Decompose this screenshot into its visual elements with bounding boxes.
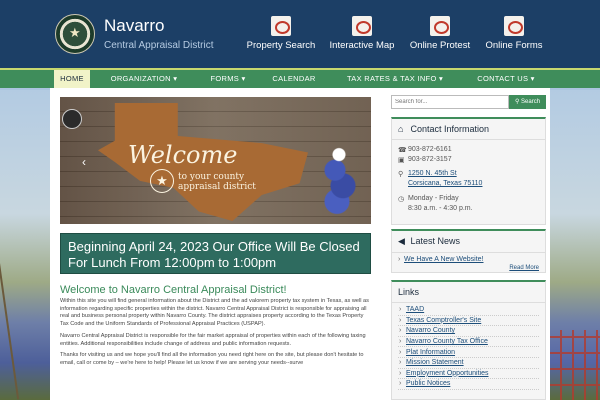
read-more-link[interactable]: Read More — [392, 263, 545, 274]
clock-icon: ◷ — [398, 196, 405, 203]
online-forms-link[interactable]: Online Forms — [477, 16, 551, 51]
contact-title: ⌂ Contact Information — [392, 119, 545, 140]
link-county-tax-office[interactable]: Navarro County Tax Office — [398, 337, 539, 348]
contact-title-text: Contact Information — [410, 124, 490, 134]
link-employment[interactable]: Employment Opportunities — [398, 369, 539, 380]
magnifier-icon — [271, 16, 291, 36]
online-protest-link[interactable]: Online Protest — [403, 16, 477, 51]
nav-calendar[interactable]: CALENDAR — [268, 70, 320, 88]
intro-paragraph: Navarro Central Appraisal District is re… — [60, 332, 366, 347]
quick-link-label: Online Forms — [485, 40, 543, 51]
contact-fax: 903-872-3157 — [408, 156, 452, 163]
contact-hours-times: 8:30 a.m. - 4:30 p.m. — [408, 205, 473, 212]
content-panel: ‹ Welcome ★ to your county appraisal dis… — [50, 88, 550, 400]
interactive-map-link[interactable]: Interactive Map — [325, 16, 399, 51]
slider-logo-icon — [62, 109, 82, 129]
link-taad[interactable]: TAAD — [398, 305, 539, 316]
star-emblem-icon: ★ — [150, 169, 174, 193]
nav-organization[interactable]: ORGANIZATION ▾ — [108, 70, 180, 88]
contact-phone: 903-872-6161 — [408, 146, 452, 153]
property-search-link[interactable]: Property Search — [244, 16, 318, 51]
main-nav: HOME ORGANIZATION ▾ FORMS ▾ CALENDAR TAX… — [0, 68, 600, 88]
forms-icon — [504, 16, 524, 36]
site-subtitle: Central Appraisal District — [104, 40, 214, 51]
contact-hours-days: Monday - Friday — [408, 195, 459, 202]
slider-welcome-sub: to your county appraisal district — [178, 172, 256, 192]
megaphone-icon: ◀ — [398, 236, 405, 246]
image-slider[interactable]: ‹ Welcome ★ to your county appraisal dis… — [60, 97, 371, 224]
slider-prev-arrow-icon[interactable]: ‹ — [82, 155, 86, 169]
contact-info-box: ⌂ Contact Information ☎ 903-872-6161 ▣ 9… — [391, 117, 546, 225]
background-right — [550, 90, 600, 400]
search-input[interactable] — [391, 95, 509, 109]
map-icon — [352, 16, 372, 36]
welcome-heading: Welcome to Navarro Central Appraisal Dis… — [60, 284, 287, 296]
search-icon: ⚲ — [514, 99, 520, 105]
slider-dots[interactable] — [206, 215, 226, 224]
link-texas-comptroller[interactable]: Texas Comptroller's Site — [398, 316, 539, 327]
contact-address-line2[interactable]: Corsicana, Texas 75110 — [408, 180, 482, 187]
link-public-notices[interactable]: Public Notices — [398, 379, 539, 390]
search-button-label: Search — [521, 99, 541, 105]
star-icon: ★ — [69, 25, 81, 40]
tree-decoration — [0, 240, 20, 400]
links-box: Links TAAD Texas Comptroller's Site Nava… — [391, 280, 546, 400]
link-navarro-county[interactable]: Navarro County — [398, 326, 539, 337]
links-list: TAAD Texas Comptroller's Site Navarro Co… — [392, 303, 545, 390]
bluebonnet-image — [319, 139, 359, 217]
intro-text: Within this site you will find general i… — [60, 298, 371, 372]
contact-address-line1[interactable]: 1250 N. 45th St — [408, 170, 457, 177]
news-title: ◀ Latest News — [392, 231, 545, 253]
background-left — [0, 90, 50, 400]
location-icon: ⚲ — [398, 171, 404, 178]
phone-icon: ☎ — [398, 147, 407, 154]
link-mission-statement[interactable]: Mission Statement — [398, 358, 539, 369]
links-title: Links — [392, 282, 545, 303]
protest-icon — [430, 16, 450, 36]
nav-tax-rates[interactable]: TAX RATES & TAX INFO ▾ — [345, 70, 445, 88]
intro-paragraph: Within this site you will find general i… — [60, 298, 369, 328]
announcement-banner: Beginning April 24, 2023 Our Office Will… — [60, 233, 371, 274]
quick-link-label: Interactive Map — [329, 40, 395, 51]
building-icon: ⌂ — [398, 124, 404, 134]
intro-paragraph: Thanks for visiting us and we hope you'l… — [60, 352, 364, 366]
nav-contact-us[interactable]: CONTACT US ▾ — [472, 70, 540, 88]
site-header: ★ Navarro Central Appraisal District Pro… — [0, 0, 600, 68]
fence-decoration — [550, 330, 600, 400]
search-button[interactable]: ⚲ Search — [509, 95, 546, 109]
quick-link-label: Property Search — [246, 40, 316, 51]
county-seal-logo[interactable]: ★ — [55, 14, 95, 54]
quick-link-label: Online Protest — [409, 40, 471, 51]
fax-icon: ▣ — [398, 157, 405, 164]
nav-home[interactable]: HOME — [54, 70, 90, 88]
news-title-text: Latest News — [410, 236, 461, 246]
slider-welcome-text: Welcome — [128, 141, 238, 169]
site-name[interactable]: Navarro — [104, 16, 164, 36]
news-item[interactable]: We Have A New Website! — [392, 253, 545, 263]
latest-news-box: ◀ Latest News We Have A New Website! Rea… — [391, 229, 546, 273]
link-plat-information[interactable]: Plat Information — [398, 347, 539, 358]
nav-forms[interactable]: FORMS ▾ — [204, 70, 252, 88]
